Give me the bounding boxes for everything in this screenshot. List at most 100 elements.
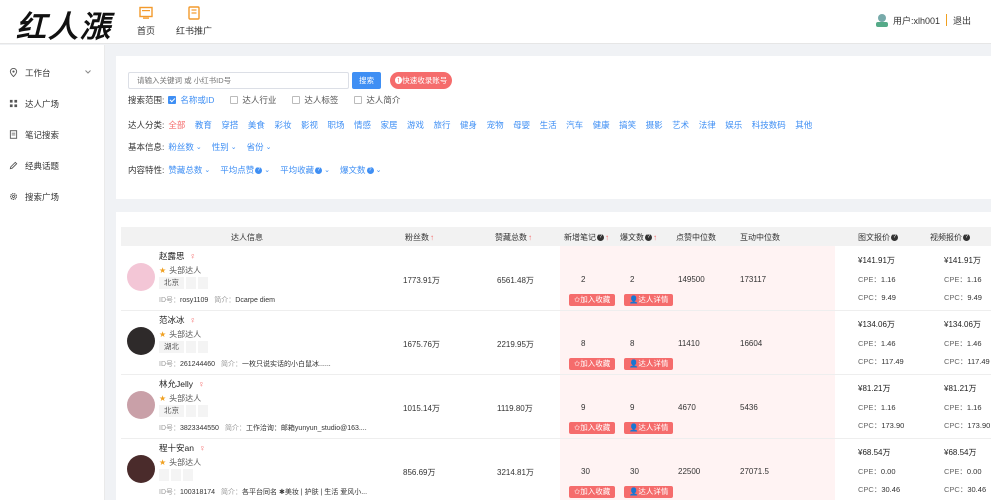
table-row: 赵露思 ♀ ★ 头部达人 北京 ID号：rosy1109 简介：Dcarpe diem… (121, 247, 991, 311)
sidebar-item-label: 经典话题 (25, 160, 60, 171)
category-item[interactable]: 穿搭 (221, 119, 238, 131)
user-label[interactable]: 用户:xlh001 (893, 14, 940, 27)
category-item[interactable]: 职场 (327, 119, 344, 131)
nav-home[interactable]: 首页 (126, 6, 166, 37)
header-fans[interactable]: 粉丝数 ↑ (405, 232, 434, 243)
influencer-detail-button[interactable]: 👤达人详情 (624, 294, 674, 306)
fans-dropdown[interactable]: 粉丝数 ⌄ (168, 141, 201, 153)
sidebar-item-workbench[interactable]: 工作台 (0, 57, 104, 88)
province-dropdown[interactable]: 省份 ⌄ (247, 141, 272, 153)
video-cpc: CPC：117.49 (944, 357, 990, 366)
search-input[interactable] (128, 72, 349, 89)
header-viral[interactable]: 爆文数? ↑ (620, 232, 657, 243)
category-item[interactable]: 法律 (699, 119, 716, 131)
star-icon: ★ (159, 458, 167, 467)
sidebar-item-label: 笔记搜索 (25, 129, 60, 140)
video-cpe: CPE：1.46 (944, 339, 982, 348)
logo[interactable]: 红人漲 (16, 2, 112, 46)
city-tag: 北京 (159, 405, 184, 417)
image-price: ¥134.06万 (858, 320, 895, 329)
avg-likes-dropdown[interactable]: 平均点赞? ⌄ (220, 164, 270, 176)
category-item[interactable]: 其他 (795, 119, 812, 131)
tag-placeholder (198, 277, 208, 289)
sidebar-item-note-search[interactable]: 笔记搜索 (0, 119, 104, 150)
scope-industry-checkbox[interactable]: 达人行业 (230, 94, 276, 106)
viral-count-dropdown[interactable]: 爆文数? ⌄ (340, 164, 381, 176)
influencer-name[interactable]: 范冰冰 ♀ (159, 314, 196, 326)
avatar[interactable] (127, 455, 155, 483)
image-cpc: CPC：117.49 (858, 357, 904, 366)
tag-placeholder (186, 405, 196, 417)
scope-intro-checkbox[interactable]: 达人简介 (354, 94, 400, 106)
add-favorite-button[interactable]: ✩加入收藏 (569, 358, 616, 370)
header-new-notes[interactable]: 新增笔记? ↑ (564, 232, 609, 243)
category-item[interactable]: 教育 (195, 119, 212, 131)
avatar[interactable] (127, 391, 155, 419)
help-icon[interactable]: ? (255, 166, 263, 174)
nav-promotion[interactable]: 红书推广 (174, 6, 214, 37)
user-icon: 👤 (629, 487, 639, 496)
category-item[interactable]: 情感 (354, 119, 371, 131)
image-cpe: CPE：1.46 (858, 339, 896, 348)
category-item[interactable]: 旅行 (434, 119, 451, 131)
avatar[interactable] (127, 327, 155, 355)
header-likes-median: 点赞中位数 (676, 233, 716, 242)
influencer-name[interactable]: 程十安an ♀ (159, 442, 206, 454)
likes-total-value: 1119.80万 (497, 404, 533, 413)
influencer-detail-button[interactable]: 👤达人详情 (624, 358, 674, 370)
category-item[interactable]: 艺术 (672, 119, 689, 131)
chevron-down-icon: ⌄ (324, 167, 331, 174)
avatar[interactable] (127, 263, 155, 291)
category-item[interactable]: 游戏 (407, 119, 424, 131)
category-item[interactable]: 健康 (593, 119, 610, 131)
dropdown-label: 赞藏总数 (168, 165, 203, 175)
quick-collect-button[interactable]: ❶快速收录账号 (390, 72, 452, 89)
dropdown-label: 粉丝数 (168, 142, 194, 152)
sidebar-item-search-square[interactable]: 搜索广场 (0, 181, 104, 212)
help-icon: ? (891, 234, 898, 241)
category-item[interactable]: 摄影 (646, 119, 663, 131)
sidebar-item-label: 搜索广场 (25, 191, 60, 202)
search-button[interactable]: 搜索 (352, 72, 381, 89)
add-favorite-button[interactable]: ✩加入收藏 (569, 294, 616, 306)
content-feature-label: 内容特性: (128, 165, 165, 175)
category-item[interactable]: 彩妆 (274, 119, 291, 131)
sort-up-icon: ↑ (605, 233, 609, 242)
help-icon[interactable]: ? (366, 166, 374, 174)
category-item[interactable]: 健身 (460, 119, 477, 131)
category-item[interactable]: 影视 (301, 119, 318, 131)
category-item[interactable]: 搞笑 (619, 119, 636, 131)
video-price: ¥134.06万 (944, 320, 981, 329)
scope-tags-checkbox[interactable]: 达人标签 (292, 94, 338, 106)
category-item[interactable]: 生活 (540, 119, 557, 131)
user-icon: 👤 (629, 423, 639, 432)
sidebar-item-influencer-square[interactable]: 达人广场 (0, 88, 104, 119)
likes-total-dropdown[interactable]: 赞藏总数 ⌄ (168, 164, 210, 176)
category-item[interactable]: 母婴 (513, 119, 530, 131)
logout-link[interactable]: 退出 (953, 14, 971, 27)
category-item[interactable]: 娱乐 (725, 119, 742, 131)
help-icon[interactable]: ? (315, 166, 323, 174)
sort-up-icon: ↑ (528, 233, 532, 242)
tag-placeholder (198, 405, 208, 417)
category-item[interactable]: 科技数码 (752, 119, 786, 131)
interact-median-value: 27071.5 (740, 467, 769, 476)
tag-placeholder (186, 277, 196, 289)
category-all[interactable]: 全部 (168, 119, 185, 131)
category-item[interactable]: 家居 (381, 119, 398, 131)
header-likes-total[interactable]: 赞藏总数 ↑ (495, 232, 532, 243)
add-favorite-button[interactable]: ✩加入收藏 (569, 422, 616, 434)
influencer-detail-button[interactable]: 👤达人详情 (624, 486, 674, 498)
category-item[interactable]: 汽车 (566, 119, 583, 131)
influencer-name[interactable]: 林允Jelly ♀ (159, 378, 205, 390)
category-item[interactable]: 宠物 (487, 119, 504, 131)
category-label: 达人分类: (128, 120, 165, 130)
influencer-detail-button[interactable]: 👤达人详情 (624, 422, 674, 434)
sidebar-item-classic-topics[interactable]: 经典话题 (0, 150, 104, 181)
avg-collect-dropdown[interactable]: 平均收藏? ⌄ (280, 164, 330, 176)
add-favorite-button[interactable]: ✩加入收藏 (569, 486, 616, 498)
influencer-name[interactable]: 赵露思 ♀ (159, 250, 196, 262)
gender-dropdown[interactable]: 性别 ⌄ (212, 141, 237, 153)
category-item[interactable]: 美食 (248, 119, 265, 131)
scope-name-or-id-checkbox[interactable]: 名称或ID (168, 94, 214, 106)
